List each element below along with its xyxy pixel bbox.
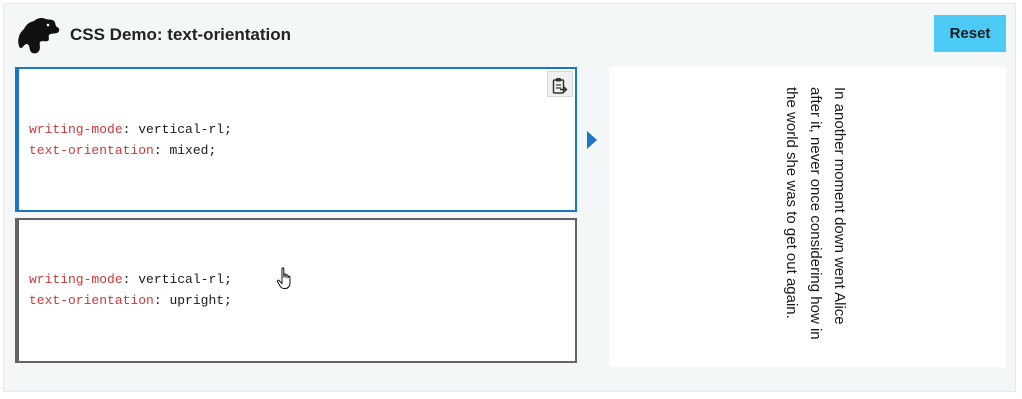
reset-button[interactable]: Reset (934, 15, 1006, 52)
css-property: text-orientation (29, 293, 154, 308)
selected-arrow-icon (587, 131, 597, 149)
example-choice-mixed[interactable]: writing-mode: vertical-rl; text-orientat… (15, 67, 577, 212)
example-choice-upright[interactable]: writing-mode: vertical-rl; text-orientat… (15, 218, 577, 363)
css-value: upright (169, 293, 225, 308)
css-property: writing-mode (29, 272, 123, 287)
dinosaur-logo-icon (18, 17, 60, 54)
css-value: vertical-rl (138, 272, 225, 287)
output-text: In another moment down went Alice after … (783, 87, 848, 340)
copy-button[interactable] (547, 71, 573, 97)
code-block: writing-mode: vertical-rl; text-orientat… (29, 122, 232, 158)
css-value: vertical-rl (138, 122, 225, 137)
code-block: writing-mode: vertical-rl; text-orientat… (29, 272, 232, 308)
page-title: CSS Demo: text-orientation (70, 25, 292, 44)
output-panel: In another moment down went Alice after … (609, 67, 1006, 367)
css-value: mixed (169, 143, 209, 158)
demo-frame: CSS Demo: text-orientation Reset writing… (3, 3, 1016, 392)
header: CSS Demo: text-orientation Reset (4, 4, 1015, 66)
css-property: text-orientation (29, 143, 154, 158)
clipboard-copy-icon (552, 77, 568, 94)
css-property: writing-mode (29, 122, 123, 137)
